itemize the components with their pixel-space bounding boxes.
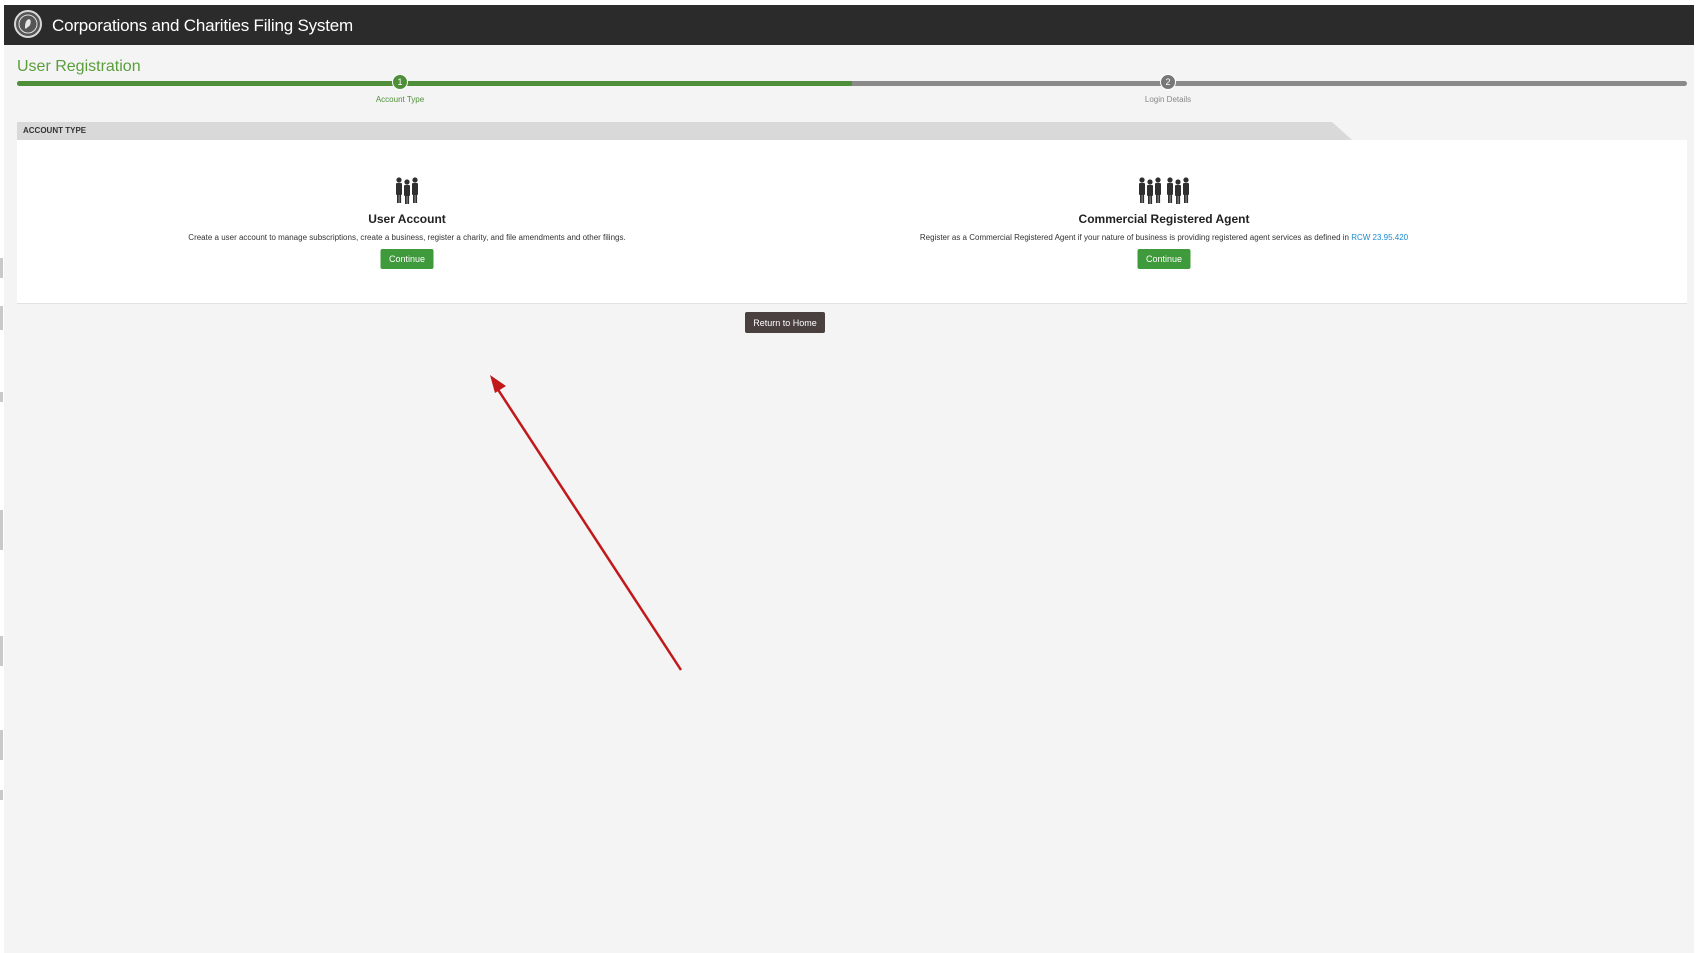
browser-page: Corporations and Charities Filing System… [4,5,1694,953]
annotation-arrow [490,375,683,671]
